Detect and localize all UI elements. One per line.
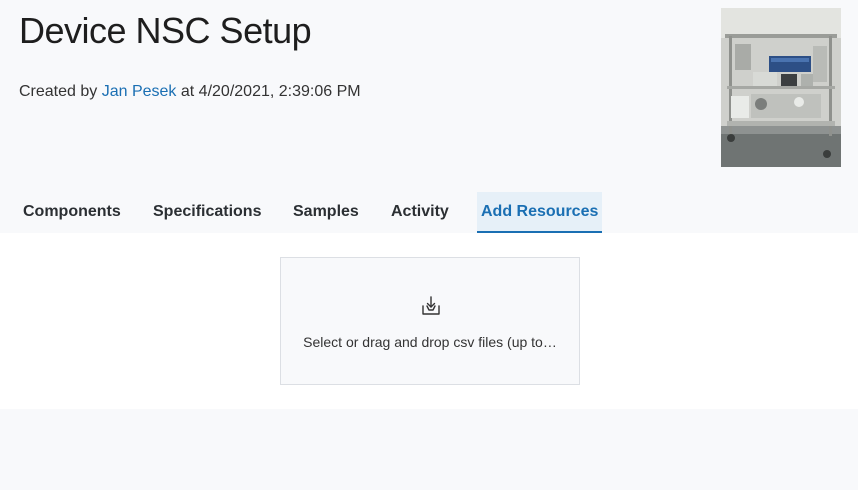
created-suffix: at 4/20/2021, 2:39:06 PM [180,83,361,100]
file-dropzone[interactable]: Select or drag and drop csv files (up to… [280,257,580,385]
created-prefix: Created by [19,83,98,100]
download-tray-icon [419,294,443,318]
page-title: Device NSC Setup [19,10,312,51]
device-photo[interactable] [721,8,841,167]
tab-content-panel: Select or drag and drop csv files (up to… [0,233,858,409]
tab-activity[interactable]: Activity [391,192,449,231]
tab-add-resources[interactable]: Add Resources [477,192,603,233]
page-header: Device NSC Setup Created by Jan Pesek at… [0,0,858,192]
tab-specifications[interactable]: Specifications [153,192,261,231]
tab-components[interactable]: Components [23,192,121,231]
tab-bar: Components Specifications Samples Activi… [0,192,858,234]
created-info: Created by Jan Pesek at 4/20/2021, 2:39:… [19,83,361,101]
dropzone-label: Select or drag and drop csv files (up to… [303,334,557,350]
tab-samples[interactable]: Samples [293,192,359,231]
author-link[interactable]: Jan Pesek [102,83,177,100]
